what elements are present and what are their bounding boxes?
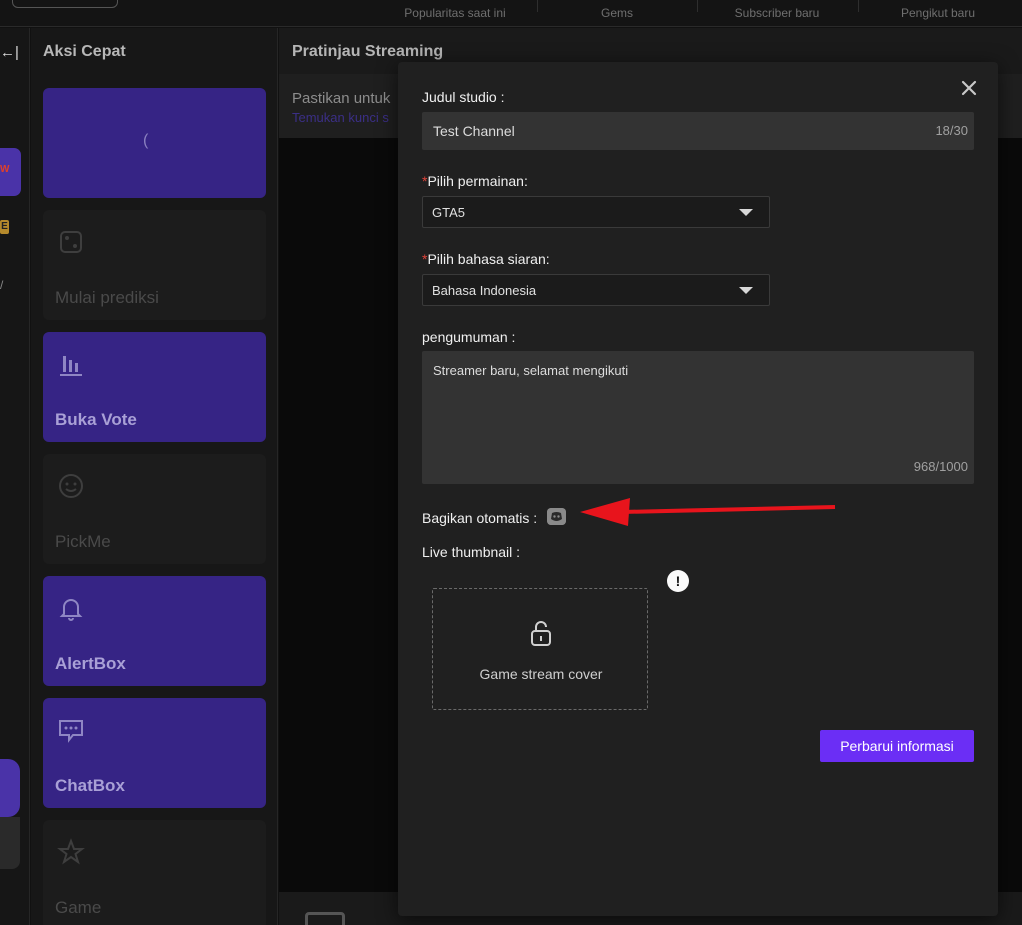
stats-bar: Popularitas saat ini Gems Subscriber bar… [0,0,1022,27]
quick-card-game[interactable]: Game [43,820,266,925]
studio-title-value: Test Channel [433,123,515,139]
camera-icon[interactable] [305,912,345,925]
discord-icon[interactable] [547,508,566,525]
e-badge: E [0,220,9,234]
preview-info-link[interactable]: Temukan kunci s [292,110,389,125]
game-label-text: Pilih permainan: [427,173,528,189]
chevron-down-icon [739,209,753,216]
stat-popularity: Popularitas saat ini [404,6,506,20]
update-info-button[interactable]: Perbarui informasi [820,730,974,762]
game-label: *Pilih permainan: [422,173,528,189]
language-label: *Pilih bahasa siaran: [422,251,550,267]
thumbnail-label: Live thumbnail : [422,544,521,560]
nav-tab-grey[interactable] [0,817,20,869]
collapse-icon[interactable]: ←| [0,44,19,61]
language-label-text: Pilih bahasa siaran: [427,251,550,267]
loading-icon: ( [143,132,149,149]
lock-icon [531,621,551,646]
quick-card-pickme[interactable]: PickMe [43,454,266,564]
quick-card-vote[interactable]: Buka Vote [43,332,266,442]
nav-tab-tool[interactable] [0,759,20,817]
studio-info-dialog: Judul studio : Test Channel 18/30 *Pilih… [398,62,998,916]
annotation-arrow [580,498,836,526]
quick-card-label: Mulai prediksi [55,288,159,307]
thumbnail-caption: Game stream cover [479,666,603,682]
warning-icon[interactable]: ! [667,570,689,592]
bell-icon [59,599,83,621]
quick-card-label: PickMe [55,532,111,551]
stat-new-subscribers: Subscriber baru [734,6,820,20]
quick-card-chatbox[interactable]: ChatBox [43,698,266,808]
quick-card-label: AlertBox [55,654,126,673]
quick-card-label: ChatBox [55,776,125,795]
dice-icon [60,231,82,253]
preview-title: Pratinjau Streaming [292,43,444,60]
quick-card-prediction[interactable]: Mulai prediksi [43,210,266,320]
chat-icon [59,720,83,743]
preview-info-text: Pastikan untuk [292,90,391,107]
quick-actions-panel: Aksi Cepat ( Mulai prediksi Buka Vote Pi… [31,28,278,925]
stat-gems: Gems [600,6,633,20]
studio-title-counter: 18/30 [935,123,968,138]
announcement-label: pengumuman : [422,329,516,345]
studio-title-label: Judul studio : [422,89,505,105]
quick-card-loading[interactable]: ( [43,88,266,198]
star-icon [57,838,85,865]
game-select[interactable]: GTA5 [422,196,770,228]
announcement-textarea[interactable]: Streamer baru, selamat mengikuti 968/100… [422,351,974,484]
game-select-value: GTA5 [432,205,465,220]
language-select[interactable]: Bahasa Indonesia [422,274,770,306]
new-badge: W [0,164,10,175]
top-left-pill[interactable] [12,0,118,8]
announcement-counter: 968/1000 [913,459,968,474]
bar-chart-icon [60,356,82,376]
chevron-down-icon [739,287,753,294]
quick-card-alertbox[interactable]: AlertBox [43,576,266,686]
stat-new-followers: Pengikut baru [900,6,976,20]
quick-card-label: Game [55,898,102,917]
quick-actions-title: Aksi Cepat [43,43,126,60]
quick-card-label: Buka Vote [55,410,137,429]
language-select-value: Bahasa Indonesia [432,283,537,298]
close-icon[interactable] [960,79,978,97]
auto-share-label: Bagikan otomatis : [422,510,538,526]
left-nav-strip: ←| W E / [0,28,30,925]
smile-icon [59,474,83,498]
thumbnail-upload[interactable]: Game stream cover [432,588,648,710]
studio-title-input[interactable]: Test Channel 18/30 [422,112,974,150]
nav-dash: / [0,278,4,292]
announcement-value: Streamer baru, selamat mengikuti [433,363,629,378]
